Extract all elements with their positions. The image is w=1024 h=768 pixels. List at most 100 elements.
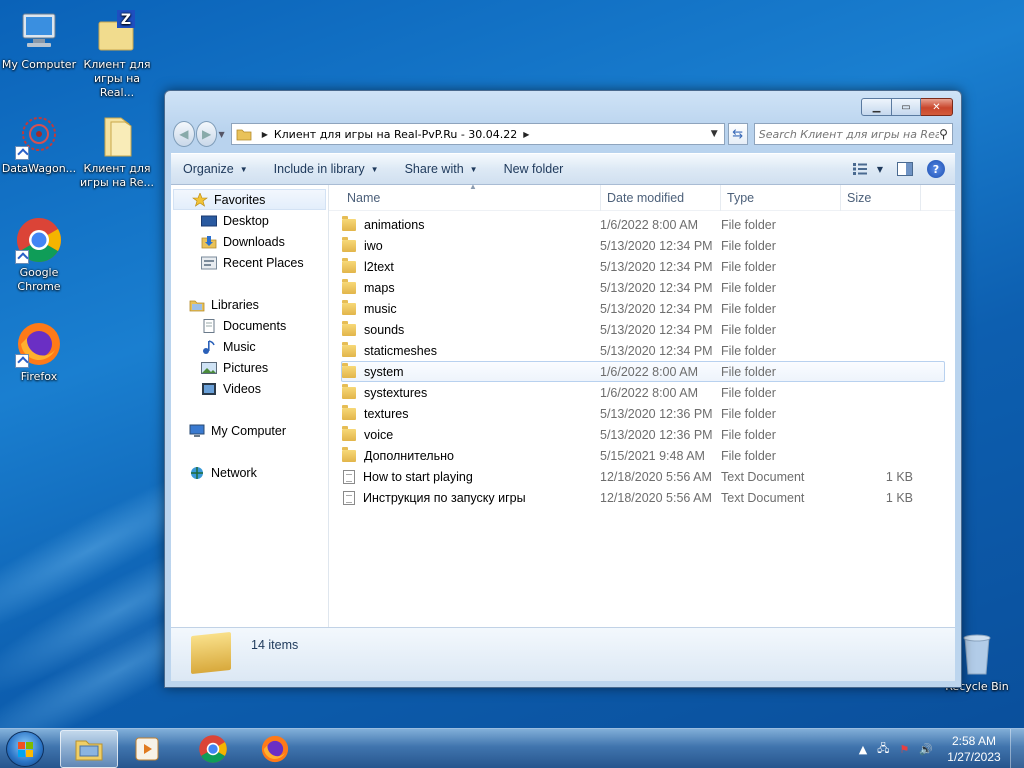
table-row[interactable]: music 5/13/2020 12:34 PM File folder (341, 298, 945, 319)
table-row[interactable]: How to start playing 12/18/2020 5:56 AM Te… (341, 466, 945, 487)
folder-icon (342, 299, 356, 315)
nav-desktop[interactable]: Desktop (171, 210, 328, 231)
volume-icon[interactable]: 🔊 (919, 743, 933, 756)
nav-videos[interactable]: Videos (171, 378, 328, 399)
file-list-pane: ▲ Name Date modified Type Size animation… (329, 182, 955, 627)
libraries-icon (189, 298, 205, 312)
folder-icon (191, 631, 231, 675)
table-row[interactable]: system 1/6/2022 8:00 AM File folder (341, 361, 945, 382)
desktop-icon-datawagon[interactable]: DataWagon... (0, 112, 78, 176)
nav-label: Downloads (223, 234, 285, 249)
network-status-icon[interactable]: 🖧 (877, 740, 889, 759)
breadcrumb[interactable]: Клиент для игры на Real-PvP.Ru - 30.04.2… (274, 128, 517, 141)
clock[interactable]: 2:58 AM 1/27/2023 (938, 733, 1010, 765)
search-icon[interactable]: ⚲ (939, 127, 948, 141)
search-box[interactable]: ⚲ (753, 123, 953, 145)
help-button[interactable]: ? (927, 160, 945, 178)
file-date: 1/6/2022 8:00 AM (600, 217, 698, 232)
table-row[interactable]: staticmeshes 5/13/2020 12:34 PM File folde… (341, 340, 945, 361)
breadcrumb-separator-icon[interactable]: ▶ (523, 130, 529, 139)
nav-downloads[interactable]: Downloads (171, 231, 328, 252)
forward-button[interactable]: ▶ (195, 121, 218, 147)
file-type: File folder (721, 322, 776, 337)
maximize-button[interactable]: ▭ (892, 98, 921, 116)
taskbar: ▲ 🖧 ⚑ 🔊 2:58 AM 1/27/2023 (0, 728, 1024, 768)
file-date: 5/13/2020 12:34 PM (600, 238, 713, 253)
address-bar[interactable]: ▶ Клиент для игры на Real-PvP.Ru - 30.04… (230, 123, 725, 145)
table-row[interactable]: l2text 5/13/2020 12:34 PM File folder (341, 256, 945, 277)
desktop-icon (201, 214, 217, 228)
show-hidden-icons-button[interactable]: ▲ (859, 743, 867, 756)
column-name[interactable]: Name (329, 184, 601, 211)
include-label: Include in library (273, 162, 365, 176)
text-document-icon (343, 469, 355, 484)
table-row[interactable]: sounds 5/13/2020 12:34 PM File folder (341, 319, 945, 340)
nav-music[interactable]: Music (171, 336, 328, 357)
file-name-cell: staticmeshes (342, 341, 600, 358)
folder-icon (342, 257, 356, 273)
taskbar-media-player-button[interactable] (118, 730, 176, 768)
desktop-icon-my-computer[interactable]: My Computer (0, 8, 78, 72)
refresh-button[interactable]: ⇆ (727, 123, 748, 145)
close-button[interactable]: ✕ (921, 98, 953, 116)
taskbar-chrome-button[interactable] (184, 730, 242, 768)
computer-icon (189, 424, 205, 438)
nav-label: Recent Places (223, 255, 304, 270)
nav-documents[interactable]: Documents (171, 315, 328, 336)
table-row[interactable]: maps 5/13/2020 12:34 PM File folder (341, 277, 945, 298)
include-in-library-menu[interactable]: Include in library ▼ (274, 162, 379, 176)
new-folder-button[interactable]: New folder (504, 162, 564, 176)
nav-recent-places[interactable]: Recent Places (171, 252, 328, 273)
preview-pane-icon[interactable] (897, 162, 913, 176)
table-row[interactable]: animations 1/6/2022 8:00 AM File folder (341, 214, 945, 235)
nav-pictures[interactable]: Pictures (171, 357, 328, 378)
nav-favorites[interactable]: Favorites (173, 189, 326, 210)
file-date: 5/15/2021 9:48 AM (600, 448, 705, 463)
nav-label: Pictures (223, 360, 269, 375)
address-dropdown-icon[interactable]: ▼ (711, 129, 718, 139)
action-center-icon[interactable]: ⚑ (899, 743, 909, 756)
file-type: File folder (721, 238, 776, 253)
file-size: 1 KB (885, 490, 913, 505)
explorer-window[interactable]: ▁ ▭ ✕ ◀ ▶ ▼ ▶ Клиент для игры на Real-Pv… (164, 90, 962, 688)
desktop-icon-label: My Computer (1, 58, 77, 71)
details-pane: 14 items (171, 627, 955, 681)
start-button[interactable] (6, 731, 44, 767)
taskbar-explorer-button[interactable] (60, 730, 118, 768)
minimize-button[interactable]: ▁ (861, 98, 892, 116)
search-input[interactable] (758, 127, 940, 141)
folder-icon (342, 278, 356, 294)
table-row[interactable]: voice 5/13/2020 12:36 PM File folder (341, 424, 945, 445)
back-button[interactable]: ◀ (173, 121, 195, 147)
table-row[interactable]: systextures 1/6/2022 8:00 AM File folder (341, 382, 945, 403)
organize-menu[interactable]: Organize ▼ (183, 162, 248, 176)
new-folder-label: New folder (503, 162, 564, 176)
taskbar-firefox-button[interactable] (246, 730, 304, 768)
desktop-icon-client-archive[interactable]: Z Клиент для игры на Real... (78, 8, 156, 100)
share-with-menu[interactable]: Share with ▼ (405, 162, 478, 176)
desktop-icon-firefox[interactable]: Firefox (0, 320, 78, 384)
recent-places-icon (201, 256, 217, 270)
file-name: textures (364, 406, 409, 421)
table-row[interactable]: Дополнительно 5/15/2021 9:48 AM File folde… (341, 445, 945, 466)
videos-icon (201, 382, 217, 396)
nav-libraries[interactable]: Libraries (171, 294, 328, 315)
column-type[interactable]: Type (721, 184, 841, 211)
show-desktop-button[interactable] (1010, 729, 1024, 768)
nav-network[interactable]: Network (171, 462, 328, 483)
file-date: 12/18/2020 5:56 AM (600, 469, 712, 484)
desktop-icon-chrome[interactable]: Google Chrome (0, 216, 78, 294)
desktop-icon-label: DataWagon... (1, 162, 77, 175)
nav-my-computer[interactable]: My Computer (171, 420, 328, 441)
file-name: maps (364, 280, 395, 295)
column-size[interactable]: Size (841, 184, 921, 211)
breadcrumb-separator-icon[interactable]: ▶ (262, 130, 268, 139)
desktop-icon-client-folder[interactable]: Клиент для игры на Re... (78, 112, 156, 190)
table-row[interactable]: iwo 5/13/2020 12:34 PM File folder (341, 235, 945, 256)
table-row[interactable]: textures 5/13/2020 12:36 PM File folder (341, 403, 945, 424)
table-row[interactable]: Инструкция по запуску игры 12/18/2020 5:5… (341, 487, 945, 508)
explorer-body: Favorites Desktop Downloads Recent Place… (171, 182, 955, 627)
column-date-modified[interactable]: Date modified (601, 184, 721, 211)
view-options-button[interactable]: ▼ (852, 163, 883, 175)
recent-pages-dropdown[interactable]: ▼ (218, 130, 226, 139)
